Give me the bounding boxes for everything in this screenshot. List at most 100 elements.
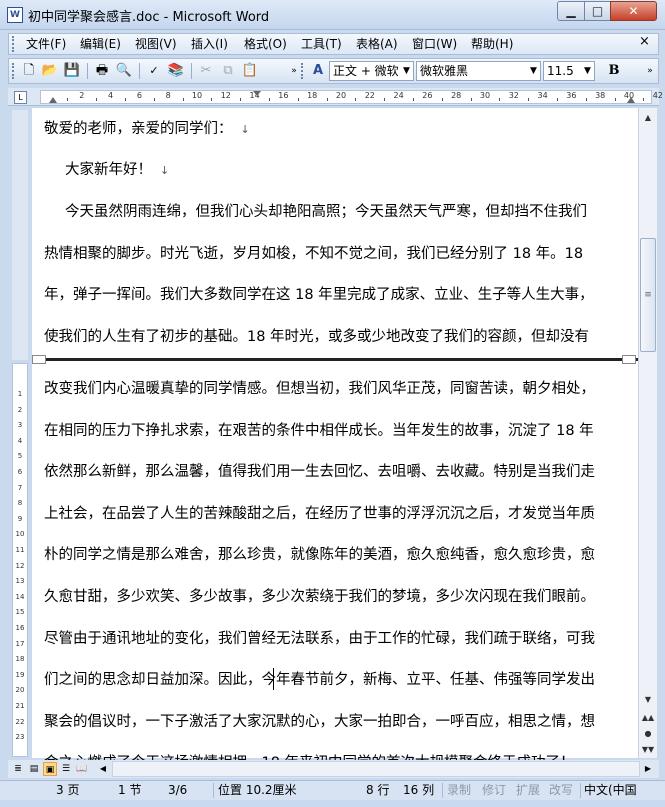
menu-view[interactable]: 视图(V) bbox=[135, 36, 177, 52]
status-record-macro[interactable]: 录制 bbox=[447, 783, 471, 798]
close-window-button[interactable]: ✕ bbox=[610, 1, 657, 21]
print-layout-view-icon[interactable]: ▣ bbox=[43, 762, 57, 776]
menu-table[interactable]: 表格(A) bbox=[356, 36, 398, 52]
toolbar-separator bbox=[139, 63, 140, 79]
vertical-ruler-number: 20 bbox=[15, 686, 25, 695]
toolbar-options-chevron-icon[interactable]: » bbox=[641, 62, 659, 80]
copy-icon[interactable]: ⧉ bbox=[219, 62, 237, 80]
web-view-icon[interactable]: ▤ bbox=[27, 762, 41, 776]
tab-selector-button[interactable]: L bbox=[14, 91, 27, 104]
vertical-ruler-number: 18 bbox=[15, 655, 25, 664]
cut-icon[interactable]: ✂ bbox=[197, 62, 215, 80]
bold-button[interactable]: B bbox=[605, 62, 623, 80]
normal-view-icon[interactable]: ≣ bbox=[11, 762, 25, 776]
next-page-icon[interactable]: ▼▼ bbox=[639, 742, 657, 758]
status-language[interactable]: 中文(中国 bbox=[584, 783, 637, 798]
save-icon[interactable]: 💾 bbox=[63, 62, 81, 80]
previous-page-icon[interactable]: ▲▲ bbox=[639, 710, 657, 726]
horizontal-ruler[interactable]: 2 4 6 8 10 12 14 16 18 20 22 24 26 28 30 32 34 36 38 40 42 bbox=[40, 90, 663, 104]
right-indent-marker[interactable] bbox=[627, 97, 635, 103]
scroll-up-icon[interactable]: ▲ bbox=[639, 110, 657, 126]
split-handle-left[interactable] bbox=[32, 355, 46, 364]
document-line[interactable]: 今天虽然阴雨连绵，但我们心头却艳阳高照；今天虽然天气严寒，但却挡不住我们 bbox=[65, 203, 643, 221]
word-app-icon[interactable]: W bbox=[7, 7, 23, 23]
scroll-right-icon[interactable]: ▶ bbox=[641, 762, 655, 776]
vertical-ruler[interactable]: 1 2 3 4 5 6 7 8 9 10 11 12 13 14 15 16 17 18 19 20 21 22 23 bbox=[12, 363, 28, 757]
font-combo[interactable]: 微软雅黑 ▼ bbox=[416, 61, 541, 81]
menu-window[interactable]: 窗口(W) bbox=[412, 36, 457, 52]
status-section: 1 节 bbox=[118, 783, 142, 797]
open-icon[interactable]: 📂 bbox=[41, 62, 59, 80]
left-indent-marker[interactable] bbox=[49, 97, 57, 103]
document-line-text: 朴的同学之情是那么难舍，那么珍贵，就像陈年的美酒，愈久愈纯香，愈久愈珍贵，愈 bbox=[44, 547, 595, 564]
font-size-combo[interactable]: 11.5 ▼ bbox=[543, 61, 595, 81]
window-split-bar[interactable] bbox=[32, 358, 638, 361]
scroll-left-icon[interactable]: ◀ bbox=[96, 762, 110, 776]
minimize-button[interactable]: ▁ bbox=[557, 1, 585, 21]
print-icon[interactable]: 🖶 bbox=[93, 62, 111, 80]
font-size-value: 11.5 bbox=[547, 64, 574, 78]
document-line[interactable]: 在相同的压力下挣扎求索，在艰苦的条件中相伴成长。当年发生的故事，沉淀了 18 年 bbox=[44, 422, 622, 440]
scroll-thumb[interactable]: ≡ bbox=[640, 238, 656, 352]
vertical-ruler-number: 16 bbox=[15, 624, 25, 632]
first-line-indent-marker[interactable] bbox=[253, 91, 261, 96]
horizontal-scrollbar[interactable] bbox=[112, 761, 640, 777]
maximize-button[interactable]: □ bbox=[584, 1, 611, 21]
spelling-icon[interactable]: ✓ bbox=[145, 62, 163, 80]
reading-view-icon[interactable]: 📖 bbox=[75, 762, 89, 776]
menu-insert[interactable]: 插入(I) bbox=[191, 36, 228, 52]
menu-tools[interactable]: 工具(T) bbox=[301, 36, 342, 52]
vertical-ruler-number: 21 bbox=[15, 702, 25, 710]
vertical-ruler-number: 2 bbox=[17, 405, 23, 414]
status-overtype[interactable]: 改写 bbox=[549, 783, 573, 798]
document-line[interactable]: 敬爱的老师，亲爱的同学们： ↓ bbox=[44, 120, 622, 139]
menu-help[interactable]: 帮助(H) bbox=[471, 36, 513, 52]
new-icon[interactable]: 🗋 bbox=[20, 62, 38, 80]
document-line[interactable]: 尽管由于通讯地址的变化，我们曾经无法联系，由于工作的忙碌，我们疏于联络，可我 bbox=[44, 630, 622, 648]
document-line-text: 们之间的思念却日益加深。因此，今年春节前夕，新梅、立平、任基、伟强等同学发出 bbox=[44, 672, 595, 689]
menu-file[interactable]: 文件(F) bbox=[26, 36, 66, 52]
vertical-scrollbar[interactable]: ▲ ≡ ▼ ▲▲ ● ▼▼ bbox=[638, 108, 657, 758]
ruler-tick bbox=[96, 98, 98, 101]
paste-icon[interactable]: 📋 bbox=[241, 62, 259, 80]
menu-edit[interactable]: 编辑(E) bbox=[80, 36, 121, 52]
status-track-changes[interactable]: 修订 bbox=[482, 783, 506, 798]
scroll-down-icon[interactable]: ▼ bbox=[639, 692, 657, 708]
styles-icon[interactable]: A bbox=[309, 62, 327, 80]
vertical-ruler-number: 9 bbox=[17, 514, 23, 523]
split-handle-right[interactable] bbox=[622, 355, 636, 364]
document-line[interactable]: 改变我们内心温暖真挚的同学情感。但想当初，我们风华正茂，同窗苦读，朝夕相处， bbox=[44, 380, 622, 398]
toolbar-separator bbox=[87, 63, 88, 79]
document-line-text: 热情相聚的脚步。时光飞逝，岁月如梭，不知不觉之间，我们已经分别了 18 年。18 bbox=[44, 246, 584, 262]
document-line[interactable]: 上社会，在品尝了人生的苦辣酸甜之后，在经历了世事的浮浮沉沉之后，才发觉当年质 bbox=[44, 505, 622, 523]
document-line[interactable]: 热情相聚的脚步。时光飞逝，岁月如梭，不知不觉之间，我们已经分别了 18 年。18 bbox=[44, 245, 622, 263]
print-preview-icon[interactable]: 🔍 bbox=[115, 62, 133, 80]
style-combo[interactable]: 正文 + 微软 ▼ bbox=[329, 61, 414, 81]
chevron-down-icon[interactable]: ▼ bbox=[400, 62, 413, 80]
research-icon[interactable]: 📚 bbox=[167, 62, 185, 80]
document-line-text: 在相同的压力下挣扎求索，在艰苦的条件中相伴成长。当年发生的故事，沉淀了 18 年 bbox=[44, 422, 594, 439]
ruler-number: 42 bbox=[652, 91, 663, 100]
document-line[interactable]: 年，弹子一挥间。我们大多数同学在这 18 年里完成了成家、立业、生子等人生大事， bbox=[44, 286, 622, 304]
document-line[interactable]: 依然那么新鲜，那么温馨，值得我们用一生去回忆、去咀嚼、去收藏。特别是当我们走 bbox=[44, 463, 622, 481]
chevron-down-icon[interactable]: ▼ bbox=[581, 62, 594, 80]
outline-view-icon[interactable]: ☰ bbox=[59, 762, 73, 776]
document-line[interactable]: 聚会的倡议时，一下子激活了大家沉默的心，大家一拍即合，一呼百应，相思之情，想 bbox=[44, 713, 622, 731]
document-line[interactable]: 们之间的思念却日益加深。因此，今年春节前夕，新梅、立平、任基、伟强等同学发出 bbox=[44, 671, 622, 689]
ruler-tick bbox=[211, 98, 213, 101]
menu-format[interactable]: 格式(O) bbox=[244, 36, 287, 52]
toolbar-grip[interactable] bbox=[12, 63, 16, 79]
document-line[interactable]: 久愈甘甜，多少欢笑、多少故事，多少次萦绕于我们的梦境，多少次闪现在我们眼前。 bbox=[44, 588, 622, 606]
menubar-grip[interactable] bbox=[12, 36, 16, 52]
document-line[interactable]: 朴的同学之情是那么难舍，那么珍贵，就像陈年的美酒，愈久愈纯香，愈久愈珍贵，愈 bbox=[44, 546, 622, 564]
chevron-down-icon[interactable]: ▼ bbox=[527, 62, 540, 80]
toolbar-grip[interactable] bbox=[301, 63, 305, 79]
document-area[interactable]: 敬爱的老师，亲爱的同学们： ↓ 大家新年好！ ↓ 今天虽然阴雨连绵，但我们心头却艳阳高照… bbox=[32, 108, 638, 764]
ruler-tick bbox=[557, 98, 558, 101]
document-line[interactable]: 大家新年好！ ↓ bbox=[65, 161, 643, 180]
vertical-ruler-number: 1 bbox=[17, 390, 23, 398]
status-extend[interactable]: 扩展 bbox=[516, 783, 540, 798]
document-close-button[interactable]: × bbox=[639, 34, 650, 50]
document-line[interactable]: 使我们的人生有了初步的基础。18 年时光，或多或少地改变了我们的容颜，但却没有 bbox=[44, 328, 622, 346]
browse-object-icon[interactable]: ● bbox=[639, 726, 657, 742]
